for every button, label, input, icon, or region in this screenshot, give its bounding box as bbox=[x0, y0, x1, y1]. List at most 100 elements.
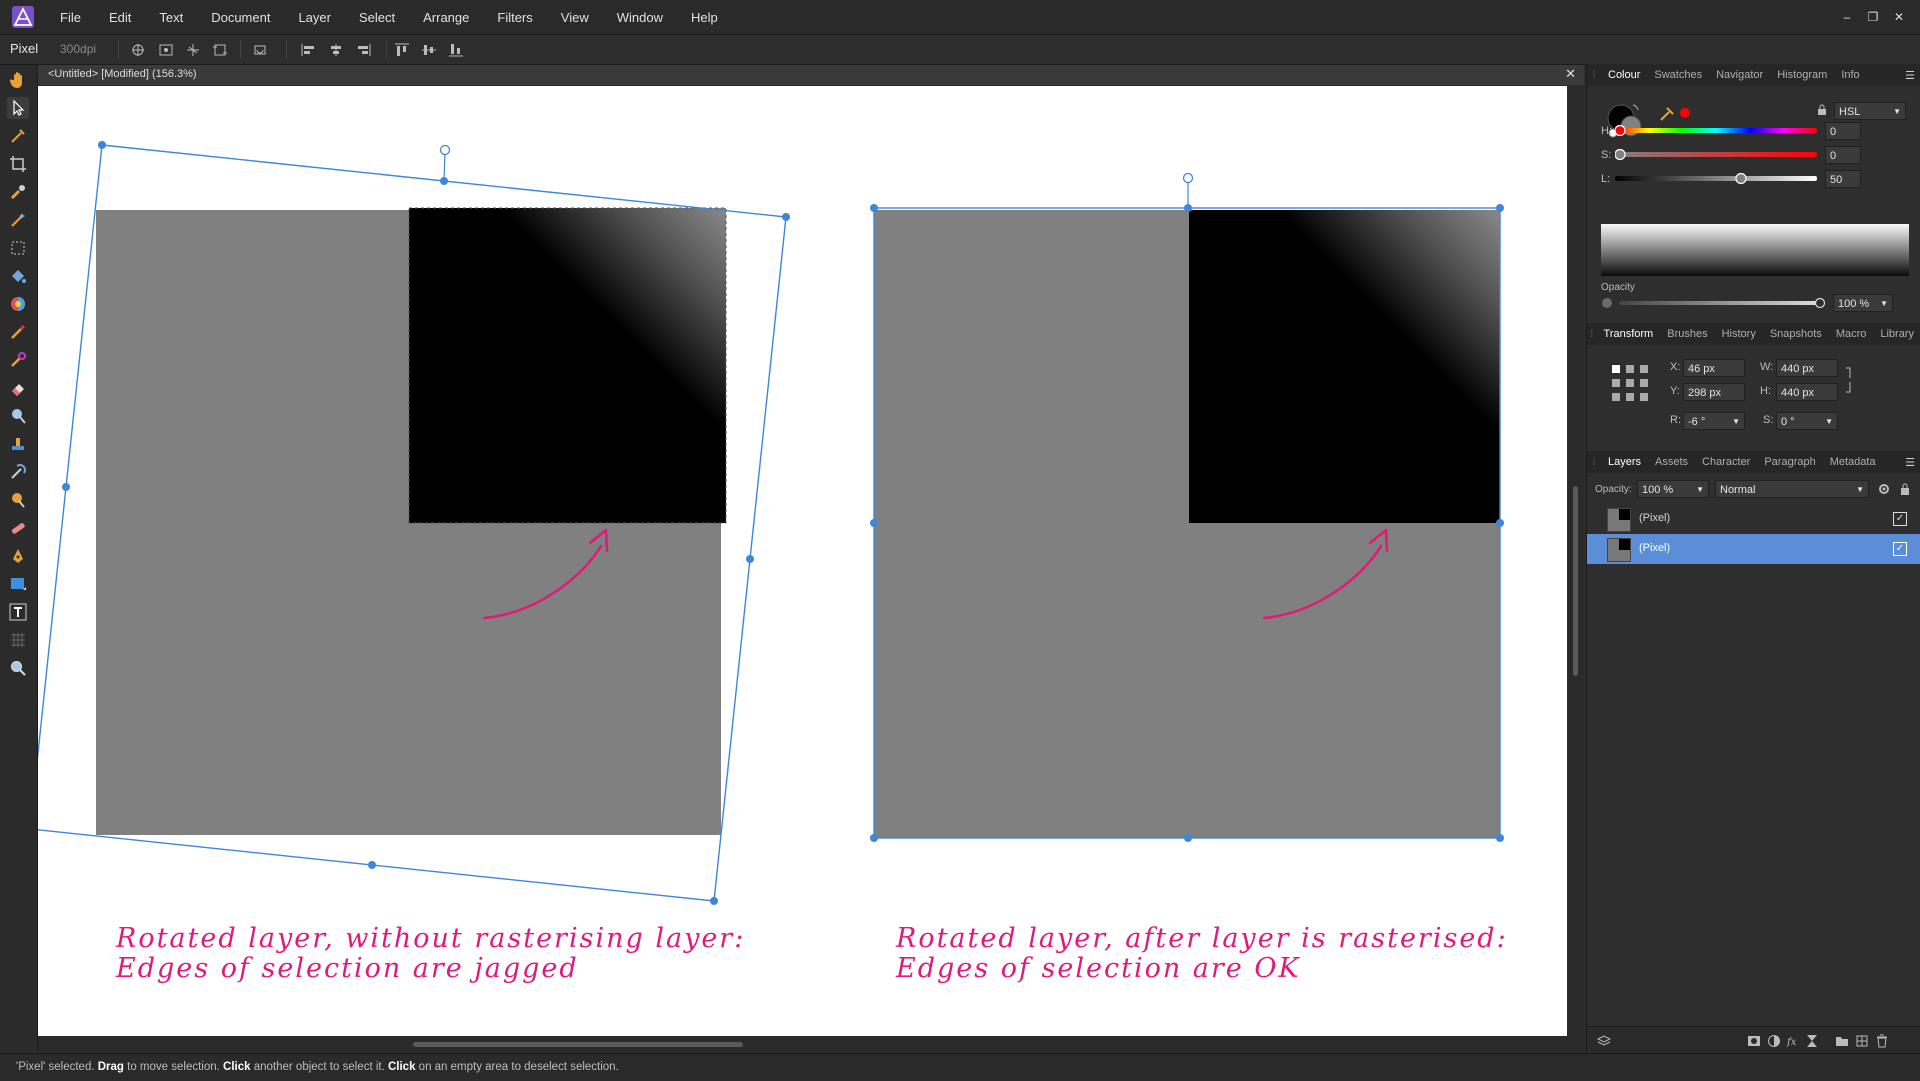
menu-file[interactable]: File bbox=[46, 10, 95, 25]
horizontal-scrollbar[interactable] bbox=[38, 1036, 1584, 1052]
show-handles-icon[interactable] bbox=[156, 41, 176, 58]
left-handle-top[interactable] bbox=[440, 177, 448, 185]
height-field[interactable]: 440 px bbox=[1776, 383, 1838, 401]
zoom-tool-icon[interactable] bbox=[7, 657, 29, 679]
left-rotation-handle[interactable] bbox=[439, 144, 451, 156]
vertical-scroll-thumb[interactable] bbox=[1573, 486, 1578, 676]
hand-tool-icon[interactable] bbox=[7, 69, 29, 91]
anchor-point-icon[interactable] bbox=[1609, 362, 1651, 404]
inpainting-tool-icon[interactable] bbox=[7, 517, 29, 539]
hue-slider-knob[interactable] bbox=[1615, 124, 1626, 136]
left-handle-right[interactable] bbox=[746, 555, 754, 563]
opacity-field[interactable]: 100 % ▼ bbox=[1833, 294, 1893, 312]
menu-help[interactable]: Help bbox=[677, 10, 732, 25]
hue-field[interactable]: 0 bbox=[1825, 122, 1861, 140]
menu-edit[interactable]: Edit bbox=[95, 10, 145, 25]
flood-fill-tool-icon[interactable] bbox=[7, 265, 29, 287]
lightness-slider-knob[interactable] bbox=[1735, 172, 1747, 184]
y-field[interactable]: 298 px bbox=[1683, 383, 1745, 401]
layer-visibility-checkbox[interactable]: ✓ bbox=[1893, 512, 1907, 526]
close-window-button[interactable]: ✕ bbox=[1886, 10, 1912, 24]
live-filter-icon[interactable] bbox=[1805, 1034, 1819, 1048]
tab-macro[interactable]: Macro bbox=[1829, 328, 1874, 340]
horizontal-scroll-thumb[interactable] bbox=[413, 1042, 743, 1047]
right-rotation-handle[interactable] bbox=[1182, 172, 1194, 184]
colour-picker-tool-icon[interactable] bbox=[7, 125, 29, 147]
link-proportions-icon[interactable] bbox=[1843, 366, 1853, 394]
add-pixel-layer-icon[interactable] bbox=[1855, 1034, 1869, 1048]
layers-stack-icon[interactable] bbox=[1597, 1034, 1611, 1048]
align-center-icon[interactable] bbox=[326, 41, 346, 58]
rotate-selection-icon[interactable] bbox=[250, 41, 270, 58]
x-field[interactable]: 46 px bbox=[1683, 359, 1745, 377]
crop-tool-icon[interactable] bbox=[7, 153, 29, 175]
bounding-box-icon[interactable] bbox=[210, 41, 230, 58]
align-bottom-icon[interactable] bbox=[446, 41, 466, 58]
right-handle-bl[interactable] bbox=[870, 834, 878, 842]
menu-document[interactable]: Document bbox=[197, 10, 284, 25]
panel-menu-icon[interactable]: ☰ bbox=[1905, 69, 1915, 82]
align-top-icon[interactable] bbox=[392, 41, 412, 58]
align-right-icon[interactable] bbox=[354, 41, 374, 58]
panel-grip-icon[interactable]: ⁞ bbox=[1587, 457, 1601, 468]
menu-filters[interactable]: Filters bbox=[483, 10, 546, 25]
group-layers-icon[interactable] bbox=[1835, 1034, 1849, 1048]
right-handle-right[interactable] bbox=[1496, 519, 1504, 527]
colour-replacement-tool-icon[interactable] bbox=[7, 349, 29, 371]
picked-colour-swatch[interactable] bbox=[1680, 108, 1690, 118]
vertical-scrollbar[interactable] bbox=[1568, 86, 1584, 1036]
left-handle-tr[interactable] bbox=[782, 213, 790, 221]
tab-paragraph[interactable]: Paragraph bbox=[1757, 456, 1822, 468]
tab-histogram[interactable]: Histogram bbox=[1770, 69, 1834, 81]
gradient-tool-icon[interactable] bbox=[7, 293, 29, 315]
layer-row-selected[interactable]: (Pixel) ✓ bbox=[1587, 534, 1920, 564]
snap-icon[interactable] bbox=[183, 41, 203, 58]
tab-brushes[interactable]: Brushes bbox=[1660, 328, 1714, 340]
tab-history[interactable]: History bbox=[1715, 328, 1763, 340]
adjustment-layer-icon[interactable] bbox=[1767, 1034, 1781, 1048]
paint-brush-tool-icon[interactable] bbox=[7, 321, 29, 343]
selection-brush-tool-icon[interactable] bbox=[7, 181, 29, 203]
clone-tool-icon[interactable] bbox=[7, 433, 29, 455]
right-handle-bottom[interactable] bbox=[1184, 834, 1192, 842]
mesh-warp-tool-icon[interactable] bbox=[7, 629, 29, 651]
align-left-icon[interactable] bbox=[298, 41, 318, 58]
width-field[interactable]: 440 px bbox=[1776, 359, 1838, 377]
document-tab[interactable]: <Untitled> [Modified] (156.3%) ✕ bbox=[38, 65, 1584, 85]
tab-transform[interactable]: Transform bbox=[1597, 328, 1661, 340]
move-tool-icon[interactable] bbox=[7, 97, 29, 119]
saturation-slider[interactable] bbox=[1615, 148, 1817, 160]
menu-arrange[interactable]: Arrange bbox=[409, 10, 483, 25]
tab-character[interactable]: Character bbox=[1695, 456, 1757, 468]
tab-assets[interactable]: Assets bbox=[1648, 456, 1695, 468]
shear-field[interactable]: 0 ° ▼ bbox=[1776, 412, 1838, 430]
swap-colours-icon[interactable] bbox=[1632, 104, 1639, 111]
layer-row[interactable]: (Pixel) ✓ bbox=[1587, 504, 1920, 534]
right-handle-tr[interactable] bbox=[1496, 204, 1504, 212]
layer-opacity-field[interactable]: 100 % ▼ bbox=[1637, 480, 1709, 498]
right-handle-top[interactable] bbox=[1184, 204, 1192, 212]
transform-origin-icon[interactable] bbox=[128, 41, 148, 58]
rotation-field[interactable]: -6 ° ▼ bbox=[1683, 412, 1745, 430]
opacity-slider-knob[interactable] bbox=[1814, 297, 1826, 309]
saturation-field[interactable]: 0 bbox=[1825, 146, 1861, 164]
marquee-tool-icon[interactable] bbox=[7, 237, 29, 259]
menu-text[interactable]: Text bbox=[145, 10, 197, 25]
panel-grip-icon[interactable]: ⁞ bbox=[1587, 329, 1597, 340]
gear-icon[interactable] bbox=[1877, 482, 1891, 496]
lightness-field[interactable]: 50 bbox=[1825, 170, 1861, 188]
smudge-tool-icon[interactable] bbox=[7, 489, 29, 511]
tab-layers[interactable]: Layers bbox=[1601, 456, 1648, 468]
mask-layer-icon[interactable] bbox=[1747, 1034, 1761, 1048]
lightness-slider[interactable] bbox=[1615, 172, 1817, 184]
eraser-tool-icon[interactable] bbox=[7, 377, 29, 399]
blemish-tool-icon[interactable] bbox=[7, 461, 29, 483]
minimize-button[interactable]: – bbox=[1834, 10, 1860, 24]
flood-select-tool-icon[interactable] bbox=[7, 209, 29, 231]
colour-picker-icon[interactable] bbox=[1660, 107, 1674, 121]
colour-preview-gradient[interactable] bbox=[1601, 224, 1909, 276]
saturation-slider-knob[interactable] bbox=[1615, 148, 1626, 160]
canvas[interactable]: Rotated layer, without rasterising layer… bbox=[38, 86, 1567, 1036]
fx-layer-icon[interactable]: fx bbox=[1787, 1034, 1801, 1048]
tab-navigator[interactable]: Navigator bbox=[1709, 69, 1770, 81]
